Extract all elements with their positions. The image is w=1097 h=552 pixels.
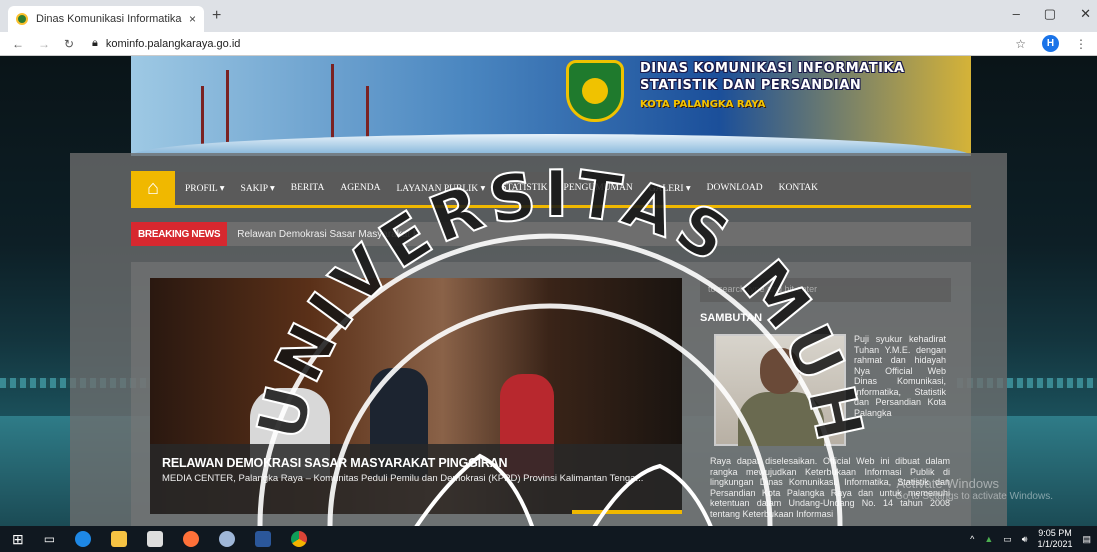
windows-taskbar: ⊞ ▭ ^ ▲ ▭ 🔊︎ 9:05 PM 1/1/2021 ▤ (0, 526, 1097, 552)
taskbar-clock[interactable]: 9:05 PM 1/1/2021 (1037, 528, 1072, 550)
featured-headline[interactable]: RELAWAN DEMOKRASI SASAR MASYARAKAT PINGG… (162, 456, 670, 470)
site-banner: DINAS KOMUNIKASI INFORMATIKA STATISTIK D… (131, 56, 971, 156)
taskbar-icons: ⊞ ▭ (12, 531, 308, 548)
file-explorer-icon[interactable] (111, 531, 128, 547)
browser-tabbar: Dinas Komunikasi Informatika St × + – ▢ … (0, 0, 1097, 32)
task-view-icon[interactable]: ▭ (44, 532, 55, 546)
app-tray-icon[interactable]: ▲ (984, 534, 993, 544)
page-viewport: DINAS KOMUNIKASI INFORMATIKA STATISTIK D… (0, 56, 1097, 526)
menu-item-download[interactable]: DOWNLOAD (707, 183, 763, 194)
slider-progress-bar (572, 510, 682, 514)
breaking-news-ticker[interactable]: Relawan Demokrasi Sasar Masyarakat P (237, 229, 419, 240)
profile-avatar[interactable]: H (1042, 35, 1059, 52)
chevron-up-icon[interactable]: ^ (970, 534, 974, 544)
featured-caption: RELAWAN DEMOKRASI SASAR MASYARAKAT PINGG… (150, 444, 682, 514)
menu-item-galeri[interactable]: GALERI ▾ (649, 183, 691, 194)
store-icon[interactable] (147, 531, 164, 547)
windows-start-icon[interactable]: ⊞ (12, 531, 24, 548)
word-icon[interactable] (255, 531, 272, 547)
menu-item-layanan-publik[interactable]: LAYANAN PUBLIK ▾ (396, 183, 485, 194)
notification-icon[interactable]: ▤ (1082, 534, 1091, 545)
menu-item-sakip[interactable]: SAKIP ▾ (241, 183, 275, 194)
clock-date: 1/1/2021 (1037, 539, 1073, 549)
activate-windows-notice: Activate Windows (896, 476, 999, 491)
network-icon[interactable]: ▭ (1003, 534, 1012, 545)
bookmark-star-icon[interactable]: ☆ (1015, 37, 1026, 51)
banner-title-line2: STATISTIK DAN PERSANDIAN (640, 78, 862, 93)
featured-news-slider[interactable]: RELAWAN DEMOKRASI SASAR MASYARAKAT PINGG… (150, 278, 682, 514)
window-controls: – ▢ ✕ (1013, 6, 1091, 22)
site-favicon-icon (16, 13, 28, 25)
menu-item-berita[interactable]: BERITA (291, 183, 325, 194)
breaking-news-label: BREAKING NEWS (131, 222, 228, 246)
toolbar-right: ☆ H ⋮ (1015, 35, 1087, 52)
main-menu: PROFIL ▾ SAKIP ▾ BERITA AGENDA LAYANAN P… (185, 183, 818, 194)
back-arrow-icon[interactable]: ← (12, 37, 24, 51)
official-portrait (714, 334, 846, 446)
breaking-news-bar: BREAKING NEWS Relawan Demokrasi Sasar Ma… (131, 222, 971, 246)
app-icon[interactable] (219, 531, 236, 547)
lock-icon: 🔒︎ (92, 37, 98, 49)
menu-item-pengumuman[interactable]: PENGUMUMAN (564, 183, 633, 194)
home-icon[interactable]: ⌂ (131, 170, 175, 207)
volume-icon[interactable]: 🔊︎ (1022, 534, 1028, 545)
close-window-button[interactable]: ✕ (1080, 6, 1091, 22)
banner-subtitle: KOTA PALANGKA RAYA (640, 99, 766, 110)
url-text: kominfo.palangkaraya.go.id (105, 37, 241, 50)
search-input[interactable]: to search type and hit enter (700, 278, 951, 302)
menu-item-agenda[interactable]: AGENDA (340, 183, 380, 194)
clock-time: 9:05 PM (1038, 528, 1072, 538)
edge-icon[interactable] (75, 531, 92, 547)
tab-title: Dinas Komunikasi Informatika St (36, 13, 185, 25)
address-bar[interactable]: 🔒︎ kominfo.palangkaraya.go.id (92, 37, 240, 50)
activate-windows-hint: Go to Settings to activate Windows. (895, 491, 1053, 502)
minimize-button[interactable]: – (1013, 6, 1020, 22)
city-emblem-logo (566, 60, 624, 122)
forward-arrow-icon[interactable]: → (38, 37, 50, 51)
menu-kebab-icon[interactable]: ⋮ (1075, 37, 1087, 51)
address-bar-row: ← → ↻ 🔒︎ kominfo.palangkaraya.go.id ☆ H … (0, 32, 1097, 56)
main-nav: ⌂ PROFIL ▾ SAKIP ▾ BERITA AGENDA LAYANAN… (131, 170, 971, 208)
browser-tab[interactable]: Dinas Komunikasi Informatika St × (8, 6, 204, 32)
new-tab-button[interactable]: + (212, 7, 221, 25)
menu-item-statistik[interactable]: STATISTIK (501, 183, 547, 194)
menu-item-kontak[interactable]: KONTAK (779, 183, 818, 194)
menu-item-profil[interactable]: PROFIL ▾ (185, 183, 225, 194)
reload-icon[interactable]: ↻ (64, 37, 74, 51)
tab-close-icon[interactable]: × (189, 12, 196, 26)
featured-excerpt: MEDIA CENTER, Palangka Raya – Komunitas … (162, 473, 644, 484)
system-tray: ^ ▲ ▭ 🔊︎ 9:05 PM 1/1/2021 ▤ (970, 528, 1091, 550)
restore-button[interactable]: ▢ (1044, 6, 1056, 22)
firefox-icon[interactable] (183, 531, 200, 547)
sambutan-heading: SAMBUTAN (700, 312, 763, 324)
nav-buttons: ← → ↻ (12, 37, 92, 51)
chrome-icon[interactable] (291, 531, 308, 547)
banner-title-line1: DINAS KOMUNIKASI INFORMATIKA (640, 61, 905, 76)
sambutan-text-right: Puji syukur kehadirat Tuhan Y.M.E. denga… (854, 334, 946, 418)
